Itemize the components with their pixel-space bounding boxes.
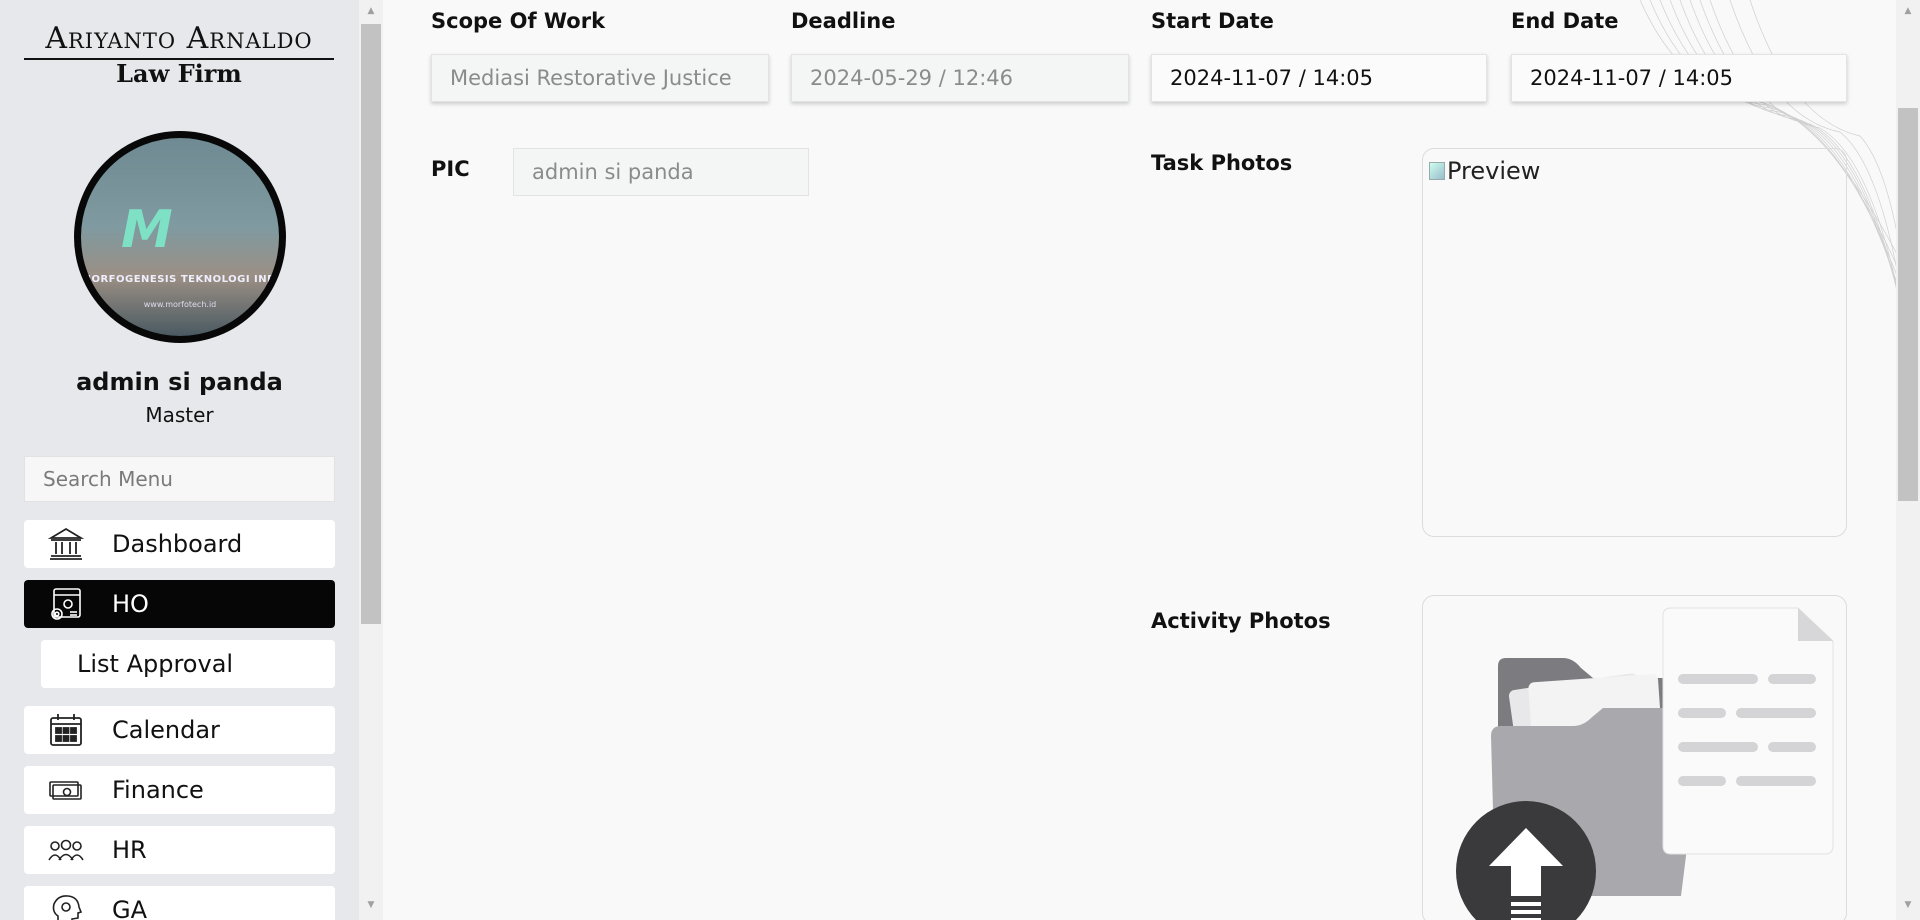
menu-item-ho[interactable]: HO [24, 580, 335, 628]
main-scroll-up-arrow[interactable]: ▲ [1896, 6, 1920, 16]
end-date-label: End Date [1511, 9, 1619, 33]
deadline-field[interactable]: 2024-05-29 / 12:46 [791, 54, 1129, 102]
menu-item-hr-label: HR [112, 836, 147, 864]
menu-item-dashboard-label: Dashboard [112, 530, 243, 558]
user-role: Master [145, 403, 214, 427]
deadline-label: Deadline [791, 9, 896, 33]
sidebar: Ariyanto Arnaldo Law Firm M MORFOGENESIS… [0, 0, 359, 920]
task-photos-label: Task Photos [1151, 151, 1293, 175]
scroll-down-arrow[interactable]: ▼ [359, 900, 383, 910]
money-icon [46, 770, 86, 810]
end-date-field[interactable]: 2024-11-07 / 14:05 [1511, 54, 1847, 102]
broken-image-preview: Preview [1429, 157, 1540, 185]
task-photos-preview[interactable]: Preview [1422, 148, 1847, 537]
sidebar-scrollbar[interactable]: ▲ ▼ [359, 0, 383, 920]
scope-of-work-field[interactable]: Mediasi Restorative Justice [431, 54, 769, 102]
start-date-label: Start Date [1151, 9, 1274, 33]
firm-logo-name: Ariyanto Arnaldo [24, 22, 334, 60]
pic-label: PIC [431, 157, 470, 181]
preview-alt-text: Preview [1447, 157, 1541, 185]
settings-window-icon [46, 584, 86, 624]
menu-item-dashboard[interactable]: Dashboard [24, 520, 335, 568]
menu-item-hr[interactable]: HR [24, 826, 335, 874]
scroll-up-arrow[interactable]: ▲ [359, 6, 383, 16]
menu-item-calendar-label: Calendar [112, 716, 220, 744]
main-scrollbar-thumb[interactable] [1898, 108, 1918, 501]
sidebar-scrollbar-thumb[interactable] [361, 24, 381, 624]
avatar-company-text: MORFOGENESIS TEKNOLOGI INDO [81, 274, 285, 285]
avatar-url-text: www.morfotech.id [143, 300, 217, 309]
menu-item-ga[interactable]: GA [24, 886, 335, 920]
start-date-field[interactable]: 2024-11-07 / 14:05 [1151, 54, 1487, 102]
people-icon [46, 830, 86, 870]
menu-item-calendar[interactable]: Calendar [24, 706, 335, 754]
search-menu-input[interactable] [24, 456, 335, 502]
submenu-item-list-approval[interactable]: List Approval [41, 640, 335, 688]
activity-photos-upload[interactable] [1422, 595, 1847, 920]
bank-icon [46, 524, 86, 564]
menu-item-finance[interactable]: Finance [24, 766, 335, 814]
activity-photos-label: Activity Photos [1151, 609, 1331, 633]
user-name: admin si panda [76, 368, 283, 396]
broken-image-icon [1429, 162, 1445, 180]
menu-item-finance-label: Finance [112, 776, 204, 804]
pic-field[interactable]: admin si panda [513, 148, 809, 196]
upload-folder-illustration [1456, 607, 1834, 920]
avatar: M MORFOGENESIS TEKNOLOGI INDO www.morfot… [74, 131, 286, 343]
calendar-icon [46, 710, 86, 750]
main-scroll-down-arrow[interactable]: ▼ [1896, 900, 1920, 910]
menu-item-ho-label: HO [112, 590, 149, 618]
scope-of-work-label: Scope Of Work [431, 9, 606, 33]
submenu-item-list-approval-label: List Approval [77, 650, 234, 678]
head-gear-icon [46, 890, 86, 920]
main-scrollbar[interactable]: ▲ ▼ [1896, 0, 1920, 920]
firm-logo-subtitle: Law Firm [116, 59, 242, 88]
menu-item-ga-label: GA [112, 896, 148, 920]
firm-logo: Ariyanto Arnaldo Law Firm [24, 22, 334, 88]
company-logo-mark: M [121, 200, 173, 260]
